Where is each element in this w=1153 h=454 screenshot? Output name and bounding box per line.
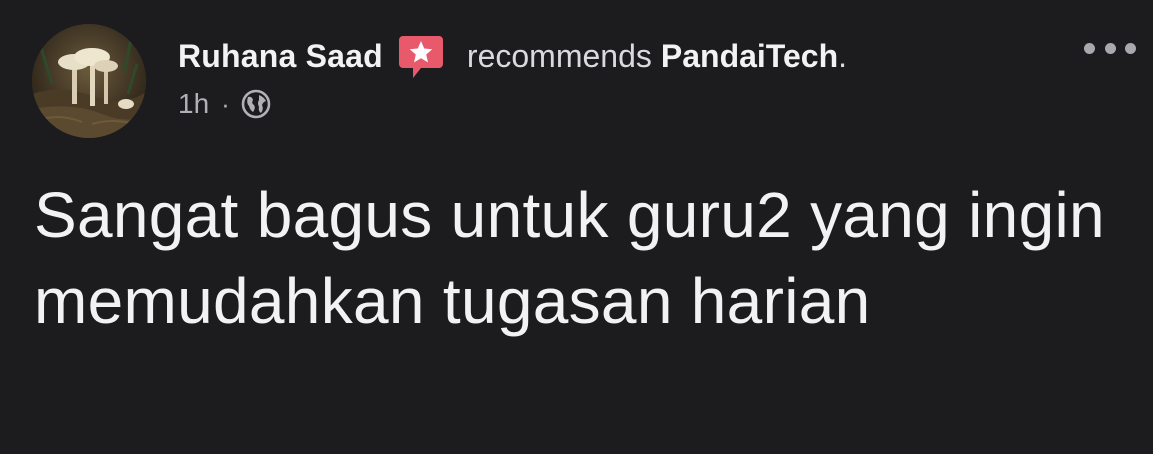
post-header: Ruhana Saad recommends PandaiTech. <box>178 32 847 80</box>
more-dot <box>1084 42 1095 54</box>
more-dot <box>1125 42 1136 54</box>
post-content-text: Sangat bagus untuk guru2 yang ingin memu… <box>34 179 1105 337</box>
action-text: recommends <box>466 37 652 74</box>
period-text: . <box>838 37 847 74</box>
globe-icon[interactable] <box>240 88 272 120</box>
post-meta: 1h · <box>178 88 272 120</box>
meta-separator: · <box>221 88 230 119</box>
post-card: Ruhana Saad recommends PandaiTech. 1h · … <box>0 0 1153 454</box>
more-dot <box>1104 42 1116 54</box>
avatar[interactable] <box>32 24 146 138</box>
avatar-image <box>32 24 146 138</box>
page-name-link[interactable]: PandaiTech <box>661 38 838 75</box>
timestamp[interactable]: 1h <box>178 88 209 120</box>
author-name[interactable]: Ruhana Saad <box>178 38 383 75</box>
more-options-icon[interactable] <box>1084 36 1136 60</box>
recommend-star-icon <box>397 32 445 80</box>
